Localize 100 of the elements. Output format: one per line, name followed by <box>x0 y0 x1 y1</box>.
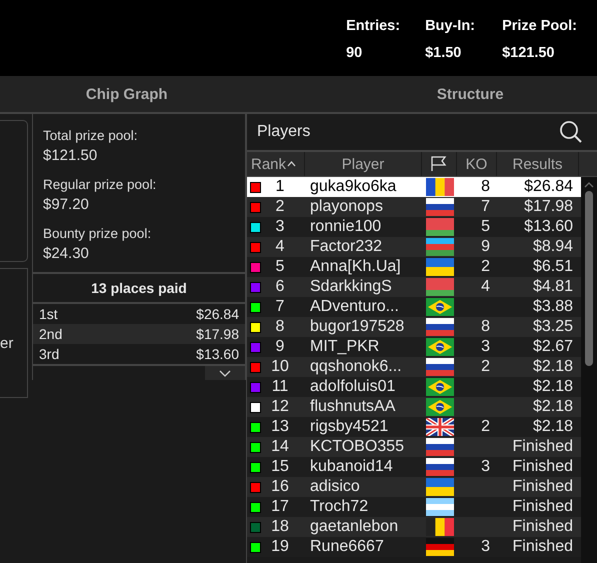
tab[interactable]: Structure <box>314 76 597 112</box>
result-cell-text: Finished <box>512 538 574 556</box>
player-row[interactable]: 10 qqshonok6... 2 $2.18 <box>247 357 581 377</box>
result-cell-text: Finished <box>512 518 574 536</box>
prize-value: $97.20 <box>43 196 90 213</box>
player-row[interactable]: 4 Factor232 9 $8.94 <box>247 237 581 257</box>
rank-cell-text: 3 <box>274 218 286 236</box>
place-label: 2nd <box>39 326 62 342</box>
player-name: ronnie100 <box>309 218 382 236</box>
column-header[interactable]: Results <box>497 152 579 176</box>
rank-cell-text: 19 <box>270 538 290 556</box>
chevron-down-icon <box>219 370 231 376</box>
column-header[interactable]: KO <box>457 152 497 176</box>
player-name: adisico <box>309 478 361 496</box>
sort-icon <box>287 161 296 167</box>
player-row[interactable]: 1 guka9ko6ka 8 $26.84 <box>247 177 581 197</box>
player-name: bugor197528 <box>309 318 406 336</box>
player-row[interactable]: 8 bugor197528 8 $3.25 <box>247 317 581 337</box>
prize-value: $121.50 <box>43 147 98 164</box>
expand-button[interactable] <box>205 366 245 380</box>
place-amount: $13.60 <box>196 346 239 362</box>
player-row[interactable]: 2 playonops 7 $17.98 <box>247 197 581 217</box>
ko-count: 5 <box>480 218 491 236</box>
ko-count: 8 <box>480 178 491 196</box>
player-name: kubanoid14 <box>309 458 394 476</box>
scrollbar-thumb[interactable] <box>585 191 593 366</box>
search-icon[interactable] <box>559 120 583 144</box>
player-row[interactable]: 12 flushnutsAA $2.18 <box>247 397 581 417</box>
place-amount: $26.84 <box>196 306 239 322</box>
player-name: MIT_PKR <box>309 338 380 356</box>
result-cell-text: $2.18 <box>532 398 574 416</box>
rank-cell-text: 1 <box>274 178 286 196</box>
rank-cell-text: 5 <box>274 258 286 276</box>
place-amount: $17.98 <box>196 326 239 342</box>
ko-count: 4 <box>480 278 491 296</box>
player-name: ADventuro... <box>309 298 400 316</box>
panel-title: Players <box>257 123 310 141</box>
player-name: flushnutsAA <box>309 398 396 416</box>
player-name: playonops <box>309 198 384 216</box>
player-name: Anna[Kh.Ua] <box>309 258 402 276</box>
rank-cell-text: 16 <box>270 478 290 496</box>
rank-cell-text: 4 <box>274 238 286 256</box>
rank-cell-text: 15 <box>270 458 290 476</box>
column-header[interactable]: Player <box>305 152 422 176</box>
player-row[interactable]: 18 gaetanlebon Finished <box>247 517 581 537</box>
player-row[interactable]: 16 adisico Finished <box>247 477 581 497</box>
result-cell-text: Finished <box>512 478 574 496</box>
scroll-up-icon[interactable] <box>584 181 594 188</box>
result-cell-text: $17.98 <box>523 198 574 216</box>
rank-cell-text: 14 <box>270 438 290 456</box>
ko-count: 3 <box>480 538 491 556</box>
player-row[interactable]: 6 SdarkkingS 4 $4.81 <box>247 277 581 297</box>
result-cell-text: $2.18 <box>532 358 574 376</box>
player-name: guka9ko6ka <box>309 178 398 196</box>
player-name: gaetanlebon <box>309 518 400 536</box>
prize-value: $24.30 <box>43 245 90 262</box>
result-cell-text: $6.51 <box>532 258 574 276</box>
flag-icon[interactable] <box>430 156 448 172</box>
rank-cell-text: 2 <box>274 198 286 216</box>
result-cell-text: $4.81 <box>532 278 574 296</box>
ko-count: 2 <box>480 358 491 376</box>
result-cell-text: $3.88 <box>532 298 574 316</box>
rank-cell-text: 8 <box>274 318 286 336</box>
prize-label: Total prize pool: <box>43 128 139 143</box>
result-cell-text: $13.60 <box>523 218 574 236</box>
result-cell-text: $2.67 <box>532 338 574 356</box>
player-row[interactable]: 14 KCTOBO355 Finished <box>247 437 581 457</box>
stat-value: 90 <box>346 45 364 61</box>
player-name: adolfoluis01 <box>309 378 396 396</box>
stat-label: Prize Pool: <box>502 18 577 34</box>
player-name: KCTOBO355 <box>309 438 405 456</box>
rank-cell-text: 18 <box>270 518 290 536</box>
result-cell-text: Finished <box>512 498 574 516</box>
rank-cell-text: 10 <box>270 358 290 376</box>
tab[interactable]: Chip Graph <box>0 76 314 112</box>
prize-label: Regular prize pool: <box>43 177 158 192</box>
rank-cell-text: 12 <box>270 398 290 416</box>
ko-count: 3 <box>480 338 491 356</box>
rank-cell-text: 11 <box>270 378 290 396</box>
ko-count: 3 <box>480 458 491 476</box>
rank-cell-text: 6 <box>274 278 286 296</box>
prize-label: Bounty prize pool: <box>43 226 152 241</box>
stat-label: Buy-In: <box>425 18 476 34</box>
column-header[interactable]: Rank <box>247 152 305 176</box>
panel-text: er <box>0 334 14 352</box>
result-cell-text: Finished <box>512 458 574 476</box>
player-name: SdarkkingS <box>309 278 393 296</box>
stat-label: Entries: <box>346 18 402 34</box>
result-cell-text: $26.84 <box>523 178 574 196</box>
ko-count: 9 <box>480 238 491 256</box>
place-label: 1st <box>39 306 58 322</box>
ko-count: 8 <box>480 318 491 336</box>
player-name: qqshonok6... <box>309 358 403 376</box>
rank-cell-text: 17 <box>270 498 290 516</box>
rank-cell-text: 7 <box>274 298 286 316</box>
stat-value: $121.50 <box>502 45 556 61</box>
ko-count: 2 <box>480 258 491 276</box>
ko-count: 7 <box>480 198 491 216</box>
result-cell-text: Finished <box>512 438 574 456</box>
rank-cell-text: 13 <box>270 418 290 436</box>
